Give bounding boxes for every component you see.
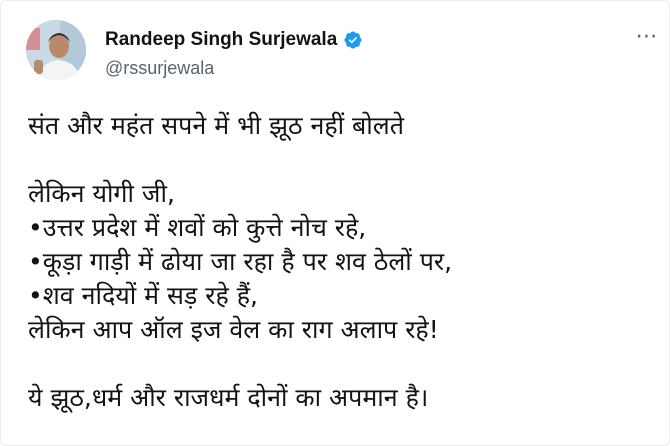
avatar-image	[26, 20, 86, 80]
author-name-row: Randeep Singh Surjewala	[105, 29, 363, 51]
tweet-line: लेकिन योगी जी,	[28, 179, 175, 208]
line-break	[28, 143, 653, 177]
tweet-text: संत और महंत सपने में भी झूठ नहीं बोलते ल…	[28, 109, 653, 415]
line-break	[28, 347, 653, 381]
tweet-line: •कूड़ा गाड़ी में ढोया जा रहा है पर शव ठे…	[28, 247, 453, 276]
tweet-line: •उत्तर प्रदेश में शवों को कुत्ते नोच रहे…	[28, 213, 367, 242]
tweet-card: Randeep Singh Surjewala @rssurjewala ⋯ स…	[0, 0, 670, 446]
more-options-button[interactable]: ⋯	[633, 25, 661, 49]
author-display-name[interactable]: Randeep Singh Surjewala	[105, 29, 337, 51]
tweet-line: संत और महंत सपने में भी झूठ नहीं बोलते	[28, 111, 404, 140]
more-horizontal-icon: ⋯	[635, 24, 659, 49]
tweet-line: •शव नदियों में सड़ रहे हैं,	[28, 281, 258, 310]
author-handle[interactable]: @rssurjewala	[105, 58, 214, 79]
avatar[interactable]	[26, 20, 86, 80]
tweet-line: लेकिन आप ऑल इज वेल का राग अलाप रहे!	[28, 315, 439, 344]
tweet-line: ये झूठ,धर्म और राजधर्म दोनों का अपमान है…	[28, 383, 429, 412]
verified-badge-icon	[344, 31, 362, 49]
